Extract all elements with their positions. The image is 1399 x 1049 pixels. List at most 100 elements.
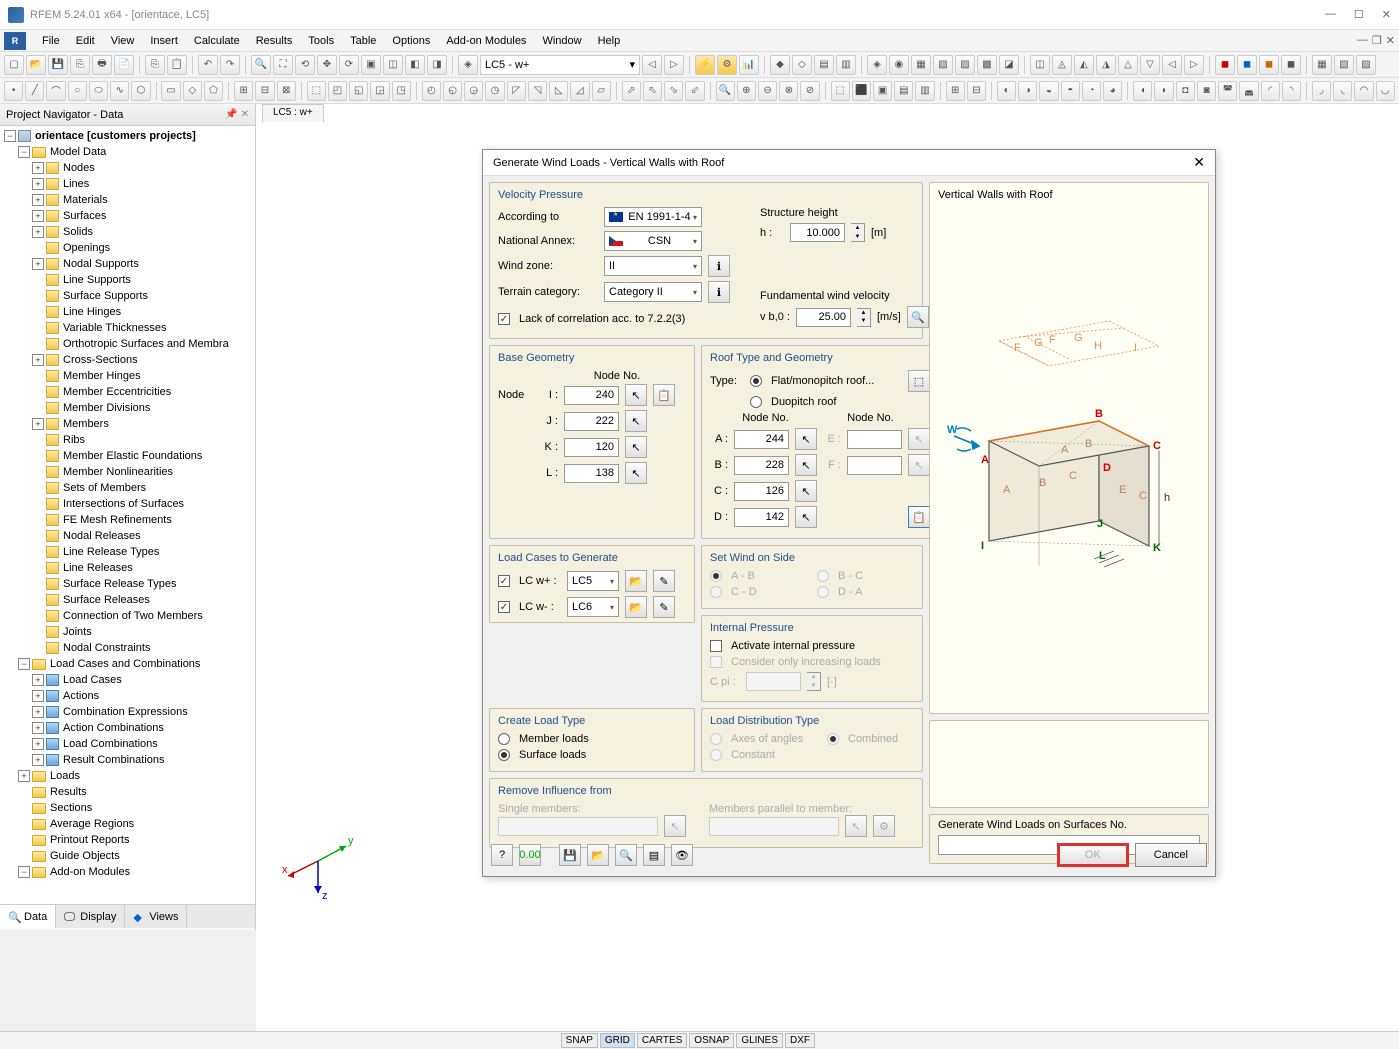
- tree-node[interactable]: Member Divisions: [0, 400, 255, 416]
- save-icon[interactable]: 💾: [48, 55, 68, 75]
- tb2-4[interactable]: ○: [68, 81, 87, 101]
- tb-3d-5[interactable]: △: [1118, 55, 1138, 75]
- save-all-icon[interactable]: ⎘: [70, 55, 90, 75]
- tree-node[interactable]: Openings: [0, 240, 255, 256]
- tb2-26[interactable]: ◿: [570, 81, 589, 101]
- tb2-21[interactable]: ◶: [464, 81, 483, 101]
- tree-node[interactable]: +Materials: [0, 192, 255, 208]
- tree-node[interactable]: Sets of Members: [0, 480, 255, 496]
- surface-loads-radio[interactable]: [498, 749, 510, 761]
- tb-end-2[interactable]: ▧: [1334, 55, 1354, 75]
- correlation-check[interactable]: [498, 313, 510, 325]
- tb2-56[interactable]: ◜: [1261, 81, 1280, 101]
- load-defaults-button[interactable]: 📂: [587, 844, 609, 866]
- tree-node[interactable]: +Cross-Sections: [0, 352, 255, 368]
- annex-combo[interactable]: CSN▾: [604, 231, 702, 251]
- tree-node[interactable]: +Action Combinations: [0, 720, 255, 736]
- tb2-45[interactable]: ◑: [1018, 81, 1037, 101]
- tb2-30[interactable]: ⬂: [664, 81, 683, 101]
- lc-icon[interactable]: ◈: [458, 55, 478, 75]
- according-combo[interactable]: EN 1991-1-4▾: [604, 207, 702, 227]
- walk-icon[interactable]: ▣: [361, 55, 381, 75]
- tree-node[interactable]: Surface Releases: [0, 592, 255, 608]
- tb2-17[interactable]: ◲: [370, 81, 389, 101]
- close-button[interactable]: ✕: [1382, 8, 1391, 21]
- node-i-input[interactable]: [564, 386, 619, 405]
- work-tab[interactable]: LC5 : w+: [262, 104, 324, 122]
- open-icon[interactable]: 📂: [26, 55, 46, 75]
- lc-wp-new[interactable]: 📂: [625, 570, 647, 592]
- tree-node[interactable]: Average Regions: [0, 816, 255, 832]
- loadcase-combo[interactable]: LC5 - w+▾: [480, 55, 640, 75]
- tb2-35[interactable]: ⊗: [779, 81, 798, 101]
- roof-list-button[interactable]: 📋: [908, 506, 930, 528]
- tb2-44[interactable]: ◐: [997, 81, 1016, 101]
- tb2-16[interactable]: ◱: [349, 81, 368, 101]
- tb2-8[interactable]: ▭: [161, 81, 180, 101]
- tree-node[interactable]: +Load Cases: [0, 672, 255, 688]
- tree-node[interactable]: Line Release Types: [0, 544, 255, 560]
- tree-node[interactable]: +Nodal Supports: [0, 256, 255, 272]
- print-icon[interactable]: 🖶: [92, 55, 112, 75]
- tree-node[interactable]: Printout Reports: [0, 832, 255, 848]
- tb2-52[interactable]: ◘: [1176, 81, 1195, 101]
- zone-info-button[interactable]: ℹ: [708, 255, 730, 277]
- tree-node[interactable]: FE Mesh Refinements: [0, 512, 255, 528]
- prev-lc-icon[interactable]: ◁: [642, 55, 662, 75]
- tb2-50[interactable]: ◖: [1133, 81, 1152, 101]
- tree-node[interactable]: −Add-on Modules: [0, 864, 255, 880]
- tree-node[interactable]: −orientace [customers projects]: [0, 128, 255, 144]
- copy-icon[interactable]: ⎘: [145, 55, 165, 75]
- tb2-58[interactable]: ◞: [1312, 81, 1331, 101]
- tb2-28[interactable]: ⬀: [622, 81, 641, 101]
- tb2-43[interactable]: ⊟: [967, 81, 986, 101]
- tb-misc-5[interactable]: ◈: [867, 55, 887, 75]
- tb2-48[interactable]: ◔: [1082, 81, 1101, 101]
- menu-calculate[interactable]: Calculate: [186, 33, 248, 49]
- tb2-49[interactable]: ◕: [1103, 81, 1122, 101]
- roof-d-input[interactable]: [734, 508, 789, 527]
- roof-type-button[interactable]: ⬚: [908, 370, 930, 392]
- cancel-button[interactable]: Cancel: [1135, 843, 1207, 867]
- tb-misc-9[interactable]: ▨: [955, 55, 975, 75]
- tb2-32[interactable]: 🔍: [716, 81, 735, 101]
- tree-node[interactable]: Variable Thicknesses: [0, 320, 255, 336]
- status-dxf[interactable]: DXF: [785, 1033, 815, 1048]
- maximize-button[interactable]: ☐: [1354, 8, 1364, 21]
- menu-edit[interactable]: Edit: [68, 33, 103, 49]
- ok-button[interactable]: OK: [1057, 843, 1129, 867]
- tree-node[interactable]: Guide Objects: [0, 848, 255, 864]
- tb2-60[interactable]: ◠: [1354, 81, 1373, 101]
- tb2-55[interactable]: ◛: [1239, 81, 1258, 101]
- activate-check[interactable]: [710, 640, 722, 652]
- table-button[interactable]: ▤: [643, 844, 665, 866]
- tree-node[interactable]: Surface Release Types: [0, 576, 255, 592]
- mdi-restore[interactable]: ❐: [1372, 34, 1382, 47]
- tb2-57[interactable]: ◝: [1282, 81, 1301, 101]
- tb-misc-7[interactable]: ▦: [911, 55, 931, 75]
- tree-node[interactable]: −Load Cases and Combinations: [0, 656, 255, 672]
- tree-node[interactable]: Nodal Releases: [0, 528, 255, 544]
- tb-misc-6[interactable]: ◉: [889, 55, 909, 75]
- tb2-33[interactable]: ⊕: [737, 81, 756, 101]
- tree-node[interactable]: +Nodes: [0, 160, 255, 176]
- tb2-7[interactable]: ⬡: [131, 81, 150, 101]
- tree-node[interactable]: Line Releases: [0, 560, 255, 576]
- tb2-22[interactable]: ◷: [485, 81, 504, 101]
- nav-tab-data[interactable]: 🔍Data: [0, 905, 56, 928]
- tree-node[interactable]: Member Nonlinearities: [0, 464, 255, 480]
- redo-icon[interactable]: ↷: [220, 55, 240, 75]
- tree-node[interactable]: +Lines: [0, 176, 255, 192]
- tb-3d-4[interactable]: ◮: [1096, 55, 1116, 75]
- zone-combo[interactable]: II▾: [604, 256, 702, 276]
- views-icon[interactable]: ◫: [383, 55, 403, 75]
- tree-node[interactable]: +Loads: [0, 768, 255, 784]
- tb-end-3[interactable]: ▨: [1356, 55, 1376, 75]
- tree-node[interactable]: Connection of Two Members: [0, 608, 255, 624]
- tb-misc-11[interactable]: ◪: [999, 55, 1019, 75]
- tb-3d-8[interactable]: ▷: [1184, 55, 1204, 75]
- menu-window[interactable]: Window: [534, 33, 589, 49]
- units-button[interactable]: 0.00: [519, 844, 541, 866]
- tree-node[interactable]: Joints: [0, 624, 255, 640]
- terrain-info-button[interactable]: ℹ: [708, 281, 730, 303]
